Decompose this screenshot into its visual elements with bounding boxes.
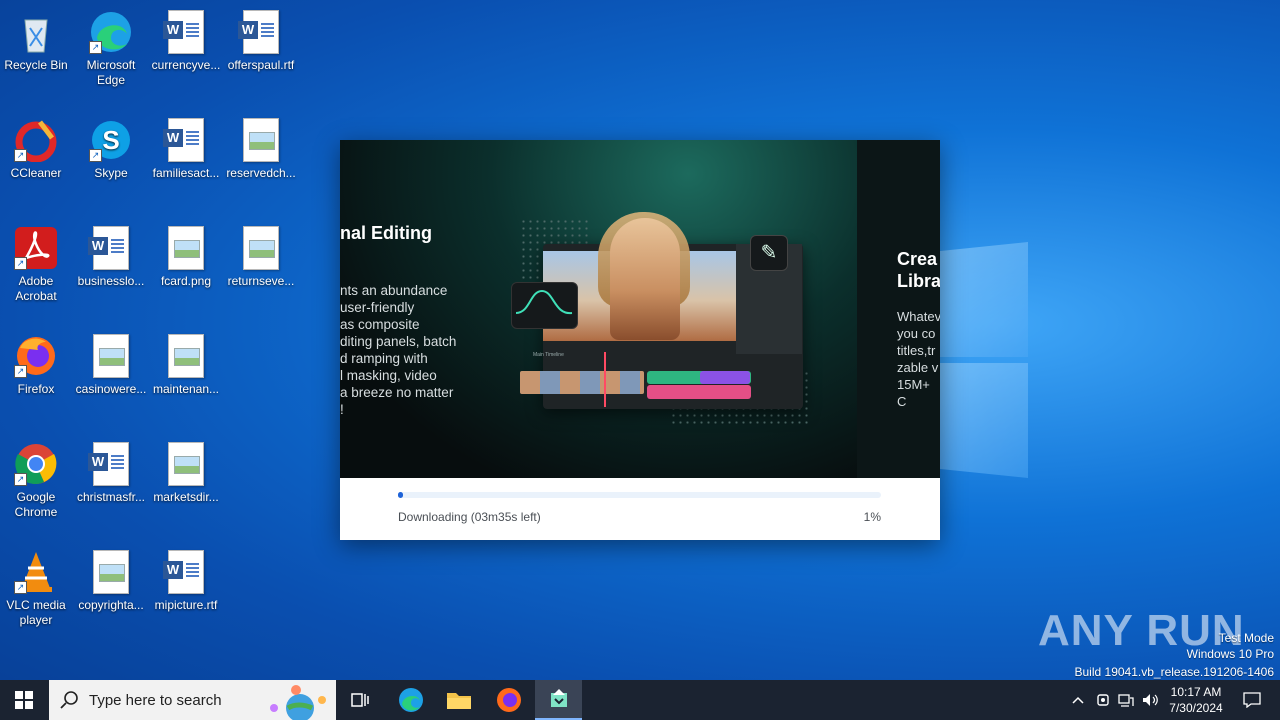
ccleaner-icon: ↗ (14, 118, 58, 163)
desktop-icon-copyrighta[interactable]: copyrighta... (75, 544, 147, 613)
taskbar-file-explorer[interactable] (438, 680, 480, 720)
download-status: Downloading (03m35s left) (398, 510, 541, 524)
desktop-icon-skype[interactable]: S ↗ Skype (75, 112, 147, 181)
action-center-button[interactable] (1232, 680, 1272, 720)
image-file-icon (239, 118, 283, 162)
desktop-icon-fcard[interactable]: fcard.png (150, 220, 222, 289)
word-document-icon: W (238, 10, 283, 54)
task-view-button[interactable] (340, 680, 380, 720)
taskbar-firefox[interactable] (488, 680, 530, 720)
desktop-icon-familiesact[interactable]: W familiesact... (150, 112, 222, 181)
desktop-icon-christmasfr[interactable]: W christmasfr... (75, 436, 147, 505)
edge-icon (399, 688, 423, 712)
word-document-icon: W (88, 442, 133, 486)
word-document-icon: W (88, 226, 133, 270)
network-button[interactable] (1116, 680, 1136, 720)
speaker-icon (1143, 694, 1158, 706)
installer-window: nal Editing nts an abundance user-friend… (340, 140, 940, 540)
tray-app-button[interactable] (1094, 680, 1112, 720)
chevron-up-icon (1072, 696, 1084, 704)
pen-icon: ✎ (750, 235, 788, 271)
desktop-icon-microsoft-edge[interactable]: ↗ Microsoft Edge (75, 4, 147, 88)
desktop-icon-recycle-bin[interactable]: Recycle Bin (0, 4, 72, 73)
desktop-icon-casinowere[interactable]: casinowere... (75, 328, 147, 397)
timeline-playhead (604, 352, 606, 407)
taskbar-edge[interactable] (390, 680, 432, 720)
start-button[interactable] (0, 680, 48, 720)
taskbar-installer[interactable] (535, 680, 582, 720)
clock-date: 7/30/2024 (1169, 701, 1223, 715)
chrome-icon: ↗ (14, 442, 58, 486)
feature-carousel: nal Editing nts an abundance user-friend… (340, 140, 940, 478)
notification-icon (1243, 692, 1261, 708)
speed-curve-icon (511, 282, 578, 329)
download-percent: 1% (863, 510, 881, 524)
image-file-icon (89, 334, 133, 378)
vlc-icon: ↗ (14, 550, 58, 594)
svg-text:S: S (102, 125, 119, 155)
volume-button[interactable] (1140, 680, 1162, 720)
image-file-icon (164, 442, 208, 486)
image-file-icon (239, 226, 283, 270)
slide-description: nts an abundance user-friendly as compos… (340, 283, 457, 417)
timeline-video-clip (520, 371, 644, 394)
search-placeholder: Type here to search (89, 691, 222, 709)
desktop-icon-returnseve[interactable]: returnseve... (225, 220, 297, 289)
next-slide-description: Whatev you co titles,tr zable v 15M+ C (897, 309, 940, 409)
taskbar-search-box[interactable]: Type here to search (49, 680, 336, 720)
desktop-icon-vlc[interactable]: ↗ VLC media player (0, 544, 72, 628)
desktop-icon-marketsdir[interactable]: marketsdir... (150, 436, 222, 505)
word-document-icon: W (163, 10, 208, 54)
image-file-icon (164, 226, 208, 270)
tray-app-icon (1097, 694, 1109, 706)
desktop-icon-businesslo[interactable]: W businesslo... (75, 220, 147, 289)
download-progress-area: Downloading (03m35s left) 1% (340, 478, 940, 540)
windows-wallpaper-logo (938, 242, 1028, 478)
windows-edition-label: Windows 10 Pro (1186, 647, 1274, 661)
desktop-icon-reservedch[interactable]: reservedch... (225, 112, 297, 181)
timeline-label: Main Timeline (533, 352, 564, 358)
clock[interactable]: 10:17 AM 7/30/2024 (1164, 680, 1228, 720)
image-file-icon (164, 334, 208, 378)
progress-bar-fill (398, 492, 403, 498)
desktop-icon-currencyve[interactable]: W currencyve... (150, 4, 222, 73)
image-file-icon (89, 550, 133, 594)
skype-icon: S ↗ (89, 118, 133, 162)
timeline-clip-purple (700, 371, 750, 384)
show-hidden-icons-button[interactable] (1068, 680, 1088, 720)
taskbar: Type here to search 10:17 AM 7/30/2024 (0, 680, 1280, 720)
windows-start-icon (15, 691, 33, 709)
timeline-clip-pink (647, 385, 751, 399)
build-label: Build 19041.vb_release.191206-1406 (1074, 665, 1275, 679)
desktop-icon-adobe-acrobat[interactable]: ↗ Adobe Acrobat (0, 220, 72, 304)
network-icon (1118, 694, 1134, 707)
firefox-icon: ↗ (14, 334, 58, 378)
edge-icon: ↗ (89, 10, 133, 54)
acrobat-icon: ↗ (14, 226, 58, 270)
word-document-icon: W (163, 550, 208, 594)
desktop-icon-maintenan[interactable]: maintenan... (150, 328, 222, 397)
next-slide-title: Crea Libra (897, 249, 940, 291)
word-document-icon: W (163, 118, 208, 162)
desktop-icon-firefox[interactable]: ↗ Firefox (0, 328, 72, 397)
desktop-icon-ccleaner[interactable]: ↗ CCleaner (0, 112, 72, 181)
installer-app-icon (550, 689, 567, 707)
progress-bar (398, 492, 881, 498)
search-icon (60, 691, 78, 709)
clock-time: 10:17 AM (1170, 685, 1222, 699)
preview-subject (610, 218, 680, 340)
desktop-icon-offerspaul[interactable]: W offerspaul.rtf (225, 4, 297, 73)
recycle-bin-icon (14, 10, 58, 54)
slide-title: nal Editing (340, 223, 432, 243)
desktop-icon-mipicture[interactable]: W mipicture.rtf (150, 544, 222, 613)
task-view-icon (351, 693, 369, 707)
test-mode-label: Test Mode (1218, 631, 1274, 645)
folder-icon (447, 693, 471, 709)
desktop-icon-google-chrome[interactable]: ↗ Google Chrome (0, 436, 72, 520)
search-highlight-icon (262, 682, 332, 720)
firefox-icon (497, 688, 521, 712)
